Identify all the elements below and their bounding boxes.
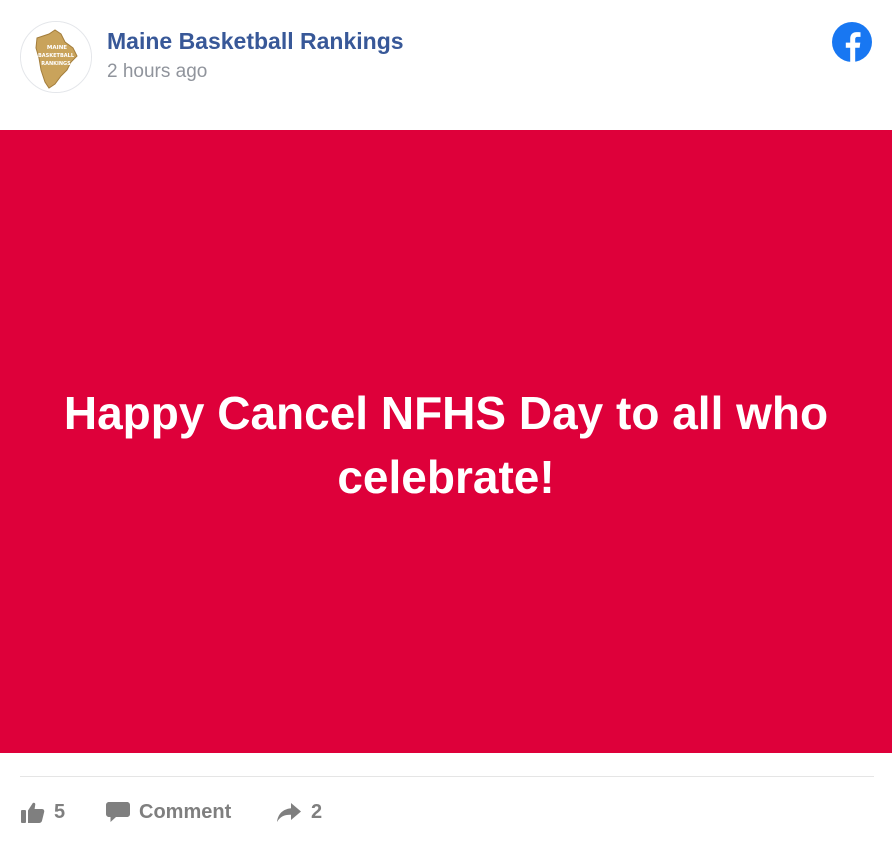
logo-text-line-1: MAINE: [47, 45, 67, 51]
like-button[interactable]: 5: [21, 797, 65, 827]
facebook-post-embed: MAINE BASKETBALL RANKINGS Maine Basketba…: [0, 0, 894, 842]
maine-basketball-rankings-logo-icon: MAINE BASKETBALL RANKINGS: [21, 22, 91, 92]
like-count: 5: [54, 800, 66, 823]
post-image-text: Happy Cancel NFHS Day to all who celebra…: [63, 386, 829, 503]
logo-text-line-2: BASKETBALL: [38, 53, 75, 59]
page-name-link[interactable]: Maine Basketball Rankings: [107, 28, 404, 55]
share-count: 2: [311, 800, 323, 823]
share-arrow-icon: [276, 801, 302, 823]
logo-text-line-3: RANKINGS: [41, 61, 71, 67]
comment-icon: [106, 801, 130, 823]
share-button[interactable]: 2: [276, 797, 322, 827]
comment-button[interactable]: Comment: [106, 797, 231, 827]
post-image[interactable]: Happy Cancel NFHS Day to all who celebra…: [0, 130, 892, 753]
post-timestamp[interactable]: 2 hours ago: [107, 61, 207, 83]
page-avatar[interactable]: MAINE BASKETBALL RANKINGS: [20, 21, 92, 93]
thumbs-up-icon: [21, 801, 45, 823]
comment-label: Comment: [139, 800, 232, 823]
facebook-icon[interactable]: [832, 22, 872, 62]
footer-divider: [20, 776, 874, 777]
